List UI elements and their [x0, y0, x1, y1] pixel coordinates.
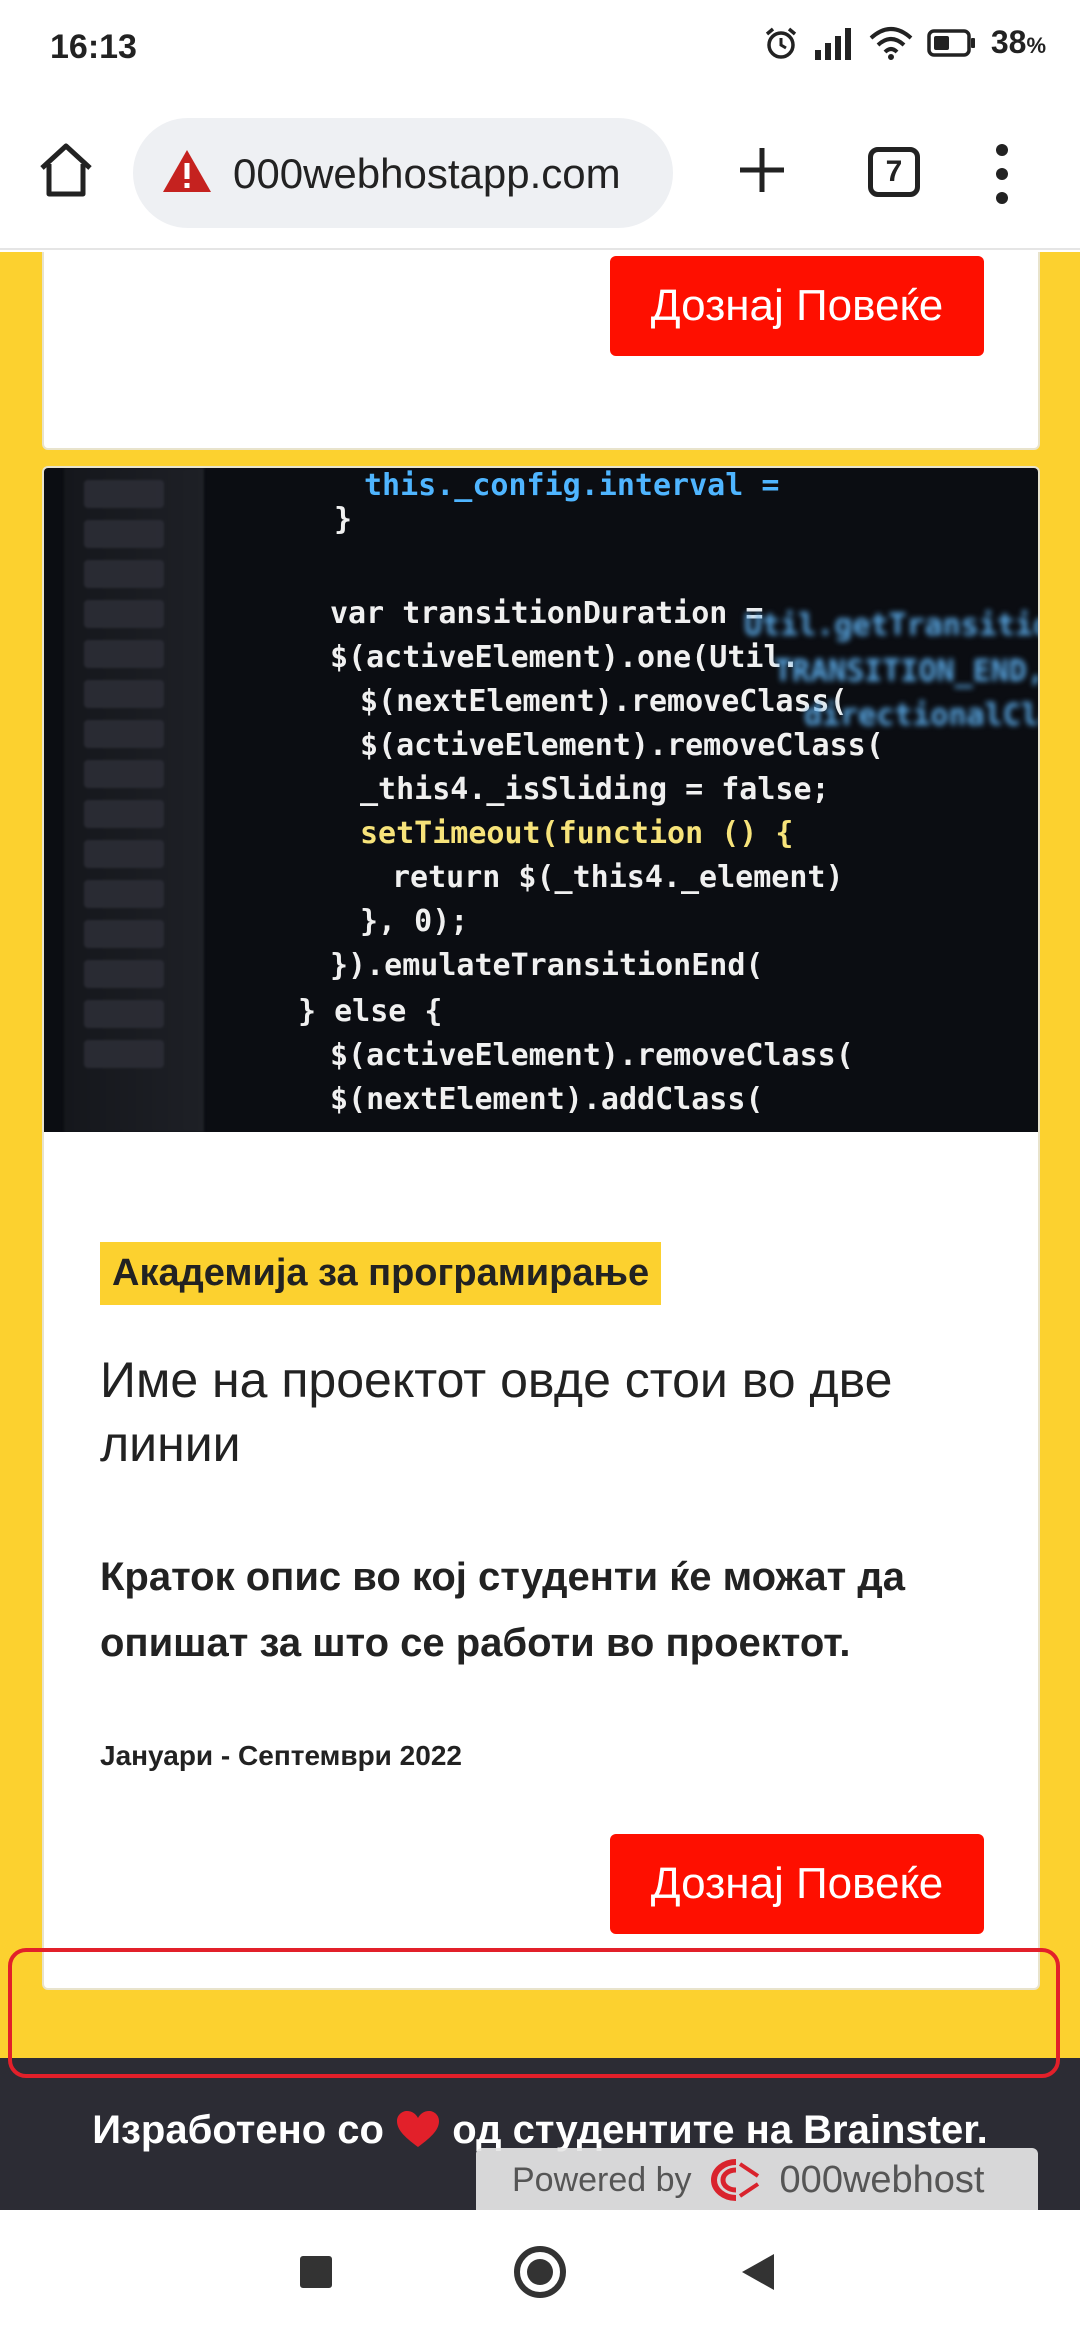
category-tag: Академија за програмирање [100, 1242, 662, 1305]
home-circle-icon[interactable] [514, 2246, 566, 2298]
footer: Изработено со од студентите на Brainster… [0, 2058, 1080, 2212]
code-image: this._config.interval = } var transition… [44, 468, 1040, 1132]
project-card-previous: Дознај Повеќе [42, 252, 1040, 450]
code-line: $(nextElement).addClass( [330, 1082, 764, 1117]
footer-text: Изработено со од студентите на Brainster… [92, 2108, 988, 2152]
webhost-logo-icon [710, 2159, 759, 2201]
tab-switcher-button[interactable]: 7 [868, 147, 920, 197]
code-line: $(activeElement).removeClass( [360, 728, 884, 763]
code-line: setTimeout(function () { [360, 816, 794, 851]
url-text[interactable]: 000webhostapp.com [233, 150, 621, 198]
warning-icon[interactable] [161, 147, 213, 195]
powered-by-label: Powered by [512, 2160, 692, 2199]
home-icon[interactable] [36, 140, 96, 200]
alarm-icon [765, 27, 796, 59]
code-line: $(activeElement).removeClass( [330, 1038, 854, 1073]
status-time: 16:13 [50, 28, 137, 66]
code-line: $(activeElement).one(Util. [330, 640, 800, 675]
powered-by-brand: 000webhost [779, 2158, 985, 2201]
learn-more-button[interactable]: Дознај Повеќе [610, 1834, 984, 1934]
code-line: this._config.interval = [364, 468, 780, 503]
powered-by-badge[interactable]: Powered by 000webhost [476, 2148, 1038, 2212]
code-line: } else { [298, 994, 443, 1029]
code-line: return $(_this4._element) [392, 860, 844, 895]
code-line: var transitionDuration = [330, 596, 764, 631]
project-title: Име на проектот овде стои во две линии [100, 1352, 893, 1472]
signal-icon [814, 27, 851, 60]
learn-more-button[interactable]: Дознај Повеќе [610, 256, 984, 356]
battery-level: 38% [990, 24, 1046, 60]
status-icons: 38% [763, 24, 1046, 61]
code-blur-fragment: Util.getTransitionDuration [744, 608, 1038, 643]
code-line: _this4._isSliding = false; [360, 772, 830, 807]
code-line: $(nextElement).removeClass( [360, 684, 848, 719]
browser-toolbar: 000webhostapp.com 7 [0, 100, 1080, 250]
code-line: }, 0); [360, 904, 469, 939]
more-options-icon[interactable] [990, 142, 1014, 206]
battery-icon [927, 28, 975, 57]
code-line: } [334, 502, 353, 537]
code-blur-fragment: TRANSITION_END, function [774, 654, 1040, 689]
code-gutter [64, 468, 204, 1132]
heart-icon [397, 2111, 440, 2147]
new-tab-icon[interactable] [732, 140, 792, 200]
status-bar: 16:13 38% [0, 0, 1080, 100]
code-line-blur: directionalClassName [804, 698, 1039, 733]
project-date: Јануари - Септември 2022 [100, 1740, 462, 1771]
recent-apps-icon[interactable] [300, 2256, 332, 2288]
page-content: Дознај Повеќе this._config.interval = } … [0, 252, 1080, 2058]
project-description: Краток опис во кој студенти ќе можат да … [100, 1555, 905, 1665]
address-bar[interactable]: 000webhostapp.com [133, 118, 673, 228]
back-icon[interactable] [742, 2254, 774, 2290]
system-nav-bar [0, 2210, 1080, 2340]
project-card: this._config.interval = } var transition… [42, 466, 1040, 1990]
wifi-icon [869, 26, 913, 60]
highlight-box [8, 1948, 1060, 2078]
code-line: }).emulateTransitionEnd( [330, 948, 764, 983]
